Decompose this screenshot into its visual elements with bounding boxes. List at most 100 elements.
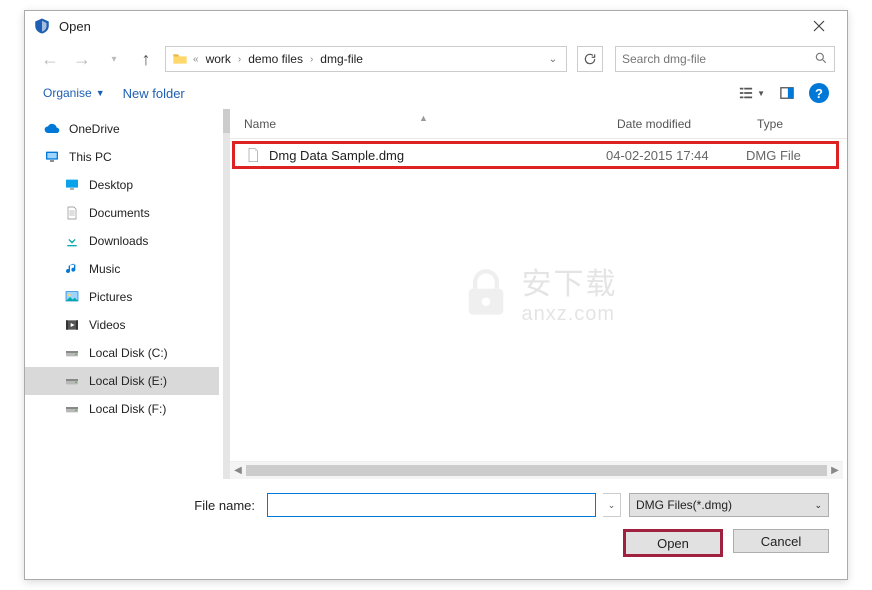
chevron-down-icon: ▼ bbox=[757, 89, 765, 98]
tree-item-downloads[interactable]: Downloads bbox=[25, 227, 219, 255]
breadcrumb-prefix: « bbox=[190, 54, 202, 65]
tree-item-local-disk-e-[interactable]: Local Disk (E:) bbox=[25, 367, 219, 395]
breadcrumb[interactable]: « work › demo files › dmg-file ⌄ bbox=[165, 46, 567, 72]
doc-icon bbox=[63, 204, 81, 222]
tree-item-this-pc[interactable]: This PC bbox=[25, 143, 219, 171]
filename-row: File name: ⌄ DMG Files(*.dmg) ⌄ bbox=[25, 493, 829, 517]
filename-input[interactable] bbox=[267, 493, 596, 517]
tree-item-label: Music bbox=[89, 262, 120, 276]
tree-item-desktop[interactable]: Desktop bbox=[25, 171, 219, 199]
file-list-pane: ▲ Name Date modified Type Dmg Data Sampl… bbox=[230, 109, 847, 479]
file-row[interactable]: Dmg Data Sample.dmg04-02-2015 17:44DMG F… bbox=[232, 141, 839, 169]
cancel-button[interactable]: Cancel bbox=[733, 529, 829, 553]
breadcrumb-item[interactable]: dmg-file bbox=[316, 52, 367, 66]
chevron-right-icon: › bbox=[235, 54, 244, 65]
video-icon bbox=[63, 316, 81, 334]
file-type-filter[interactable]: DMG Files(*.dmg) ⌄ bbox=[629, 493, 829, 517]
app-icon bbox=[33, 17, 51, 35]
toolbar: Organise ▼ New folder ▼ ? bbox=[25, 77, 847, 109]
nav-back-button[interactable]: ← bbox=[37, 46, 63, 72]
tree-item-music[interactable]: Music bbox=[25, 255, 219, 283]
file-date: 04-02-2015 17:44 bbox=[606, 148, 746, 163]
breadcrumb-dropdown-icon[interactable]: ⌄ bbox=[544, 54, 562, 65]
watermark-en: anxz.com bbox=[522, 303, 616, 326]
tree-item-label: Local Disk (F:) bbox=[89, 402, 166, 416]
file-icon bbox=[245, 145, 261, 165]
disk-icon bbox=[63, 372, 81, 390]
breadcrumb-item[interactable]: work bbox=[202, 52, 235, 66]
file-name: Dmg Data Sample.dmg bbox=[269, 148, 606, 163]
search-icon[interactable] bbox=[814, 51, 828, 68]
file-type: DMG File bbox=[746, 148, 836, 163]
tree-item-label: Downloads bbox=[89, 234, 148, 248]
file-rows: Dmg Data Sample.dmg04-02-2015 17:44DMG F… bbox=[230, 139, 847, 461]
desktop-icon bbox=[63, 176, 81, 194]
nav-forward-button[interactable]: → bbox=[69, 46, 95, 72]
lock-icon bbox=[460, 267, 512, 319]
watermark: 安下载 anxz.com bbox=[460, 259, 618, 326]
tree-item-documents[interactable]: Documents bbox=[25, 199, 219, 227]
window-title: Open bbox=[59, 19, 799, 34]
tree-item-label: Local Disk (C:) bbox=[89, 346, 168, 360]
filter-label: DMG Files(*.dmg) bbox=[636, 498, 732, 512]
tree-item-local-disk-f-[interactable]: Local Disk (F:) bbox=[25, 395, 219, 423]
scrollbar-thumb[interactable] bbox=[246, 465, 827, 476]
new-folder-button[interactable]: New folder bbox=[123, 86, 185, 101]
navbar: ← → ▾ ↑ « work › demo files › dmg-file ⌄ bbox=[25, 41, 847, 77]
column-name[interactable]: ▲ Name bbox=[230, 117, 617, 131]
tree-item-pictures[interactable]: Pictures bbox=[25, 283, 219, 311]
open-dialog: Open ← → ▾ ↑ « work › demo files › dmg-f… bbox=[24, 10, 848, 580]
chevron-down-icon: ▼ bbox=[96, 88, 105, 98]
open-button[interactable]: Open bbox=[623, 529, 723, 557]
splitter[interactable] bbox=[220, 109, 230, 479]
tree-item-label: OneDrive bbox=[69, 122, 120, 136]
organise-label: Organise bbox=[43, 86, 92, 100]
tree-item-label: Desktop bbox=[89, 178, 133, 192]
list-header: ▲ Name Date modified Type bbox=[230, 109, 847, 139]
nav-up-button[interactable]: ↑ bbox=[133, 46, 159, 72]
tree-item-label: Documents bbox=[89, 206, 150, 220]
tree-item-label: Videos bbox=[89, 318, 125, 332]
tree-item-local-disk-c-[interactable]: Local Disk (C:) bbox=[25, 339, 219, 367]
watermark-cn: 安下载 bbox=[522, 259, 618, 303]
view-options-button[interactable]: ▼ bbox=[738, 86, 765, 100]
download-icon bbox=[63, 232, 81, 250]
breadcrumb-item[interactable]: demo files bbox=[244, 52, 307, 66]
organise-menu[interactable]: Organise ▼ bbox=[43, 86, 105, 100]
horizontal-scrollbar[interactable]: ◀ ▶ bbox=[230, 461, 843, 479]
disk-icon bbox=[63, 344, 81, 362]
chevron-down-icon: ⌄ bbox=[814, 500, 822, 511]
folder-icon bbox=[170, 50, 190, 68]
nav-recent-dropdown[interactable]: ▾ bbox=[101, 46, 127, 72]
tree-item-onedrive[interactable]: OneDrive bbox=[25, 115, 219, 143]
chevron-right-icon: › bbox=[307, 54, 316, 65]
sort-asc-icon: ▲ bbox=[419, 113, 428, 123]
column-date[interactable]: Date modified bbox=[617, 117, 757, 131]
nav-tree: OneDrive This PC Desktop Documents Downloads… bbox=[25, 109, 220, 479]
scroll-left-icon[interactable]: ◀ bbox=[230, 465, 246, 476]
bottom-panel: File name: ⌄ DMG Files(*.dmg) ⌄ Open Can… bbox=[25, 479, 847, 571]
help-button[interactable]: ? bbox=[809, 83, 829, 103]
preview-pane-button[interactable] bbox=[779, 86, 795, 100]
button-row: Open Cancel bbox=[25, 529, 829, 557]
scroll-right-icon[interactable]: ▶ bbox=[827, 465, 843, 476]
tree-item-label: Local Disk (E:) bbox=[89, 374, 167, 388]
picture-icon bbox=[63, 288, 81, 306]
tree-item-videos[interactable]: Videos bbox=[25, 311, 219, 339]
tree-item-label: This PC bbox=[69, 150, 112, 164]
monitor-icon bbox=[43, 148, 61, 166]
disk-icon bbox=[63, 400, 81, 418]
cloud-icon bbox=[43, 120, 61, 138]
body: OneDrive This PC Desktop Documents Downloads… bbox=[25, 109, 847, 479]
filename-history-dropdown[interactable]: ⌄ bbox=[603, 493, 621, 517]
filename-label: File name: bbox=[25, 498, 259, 513]
search-box[interactable] bbox=[615, 46, 835, 72]
close-button[interactable] bbox=[799, 11, 839, 41]
tree-item-label: Pictures bbox=[89, 290, 132, 304]
search-input[interactable] bbox=[622, 52, 814, 66]
titlebar: Open bbox=[25, 11, 847, 41]
column-type[interactable]: Type bbox=[757, 117, 847, 131]
music-icon bbox=[63, 260, 81, 278]
column-name-label: Name bbox=[244, 117, 276, 131]
refresh-button[interactable] bbox=[577, 46, 603, 72]
